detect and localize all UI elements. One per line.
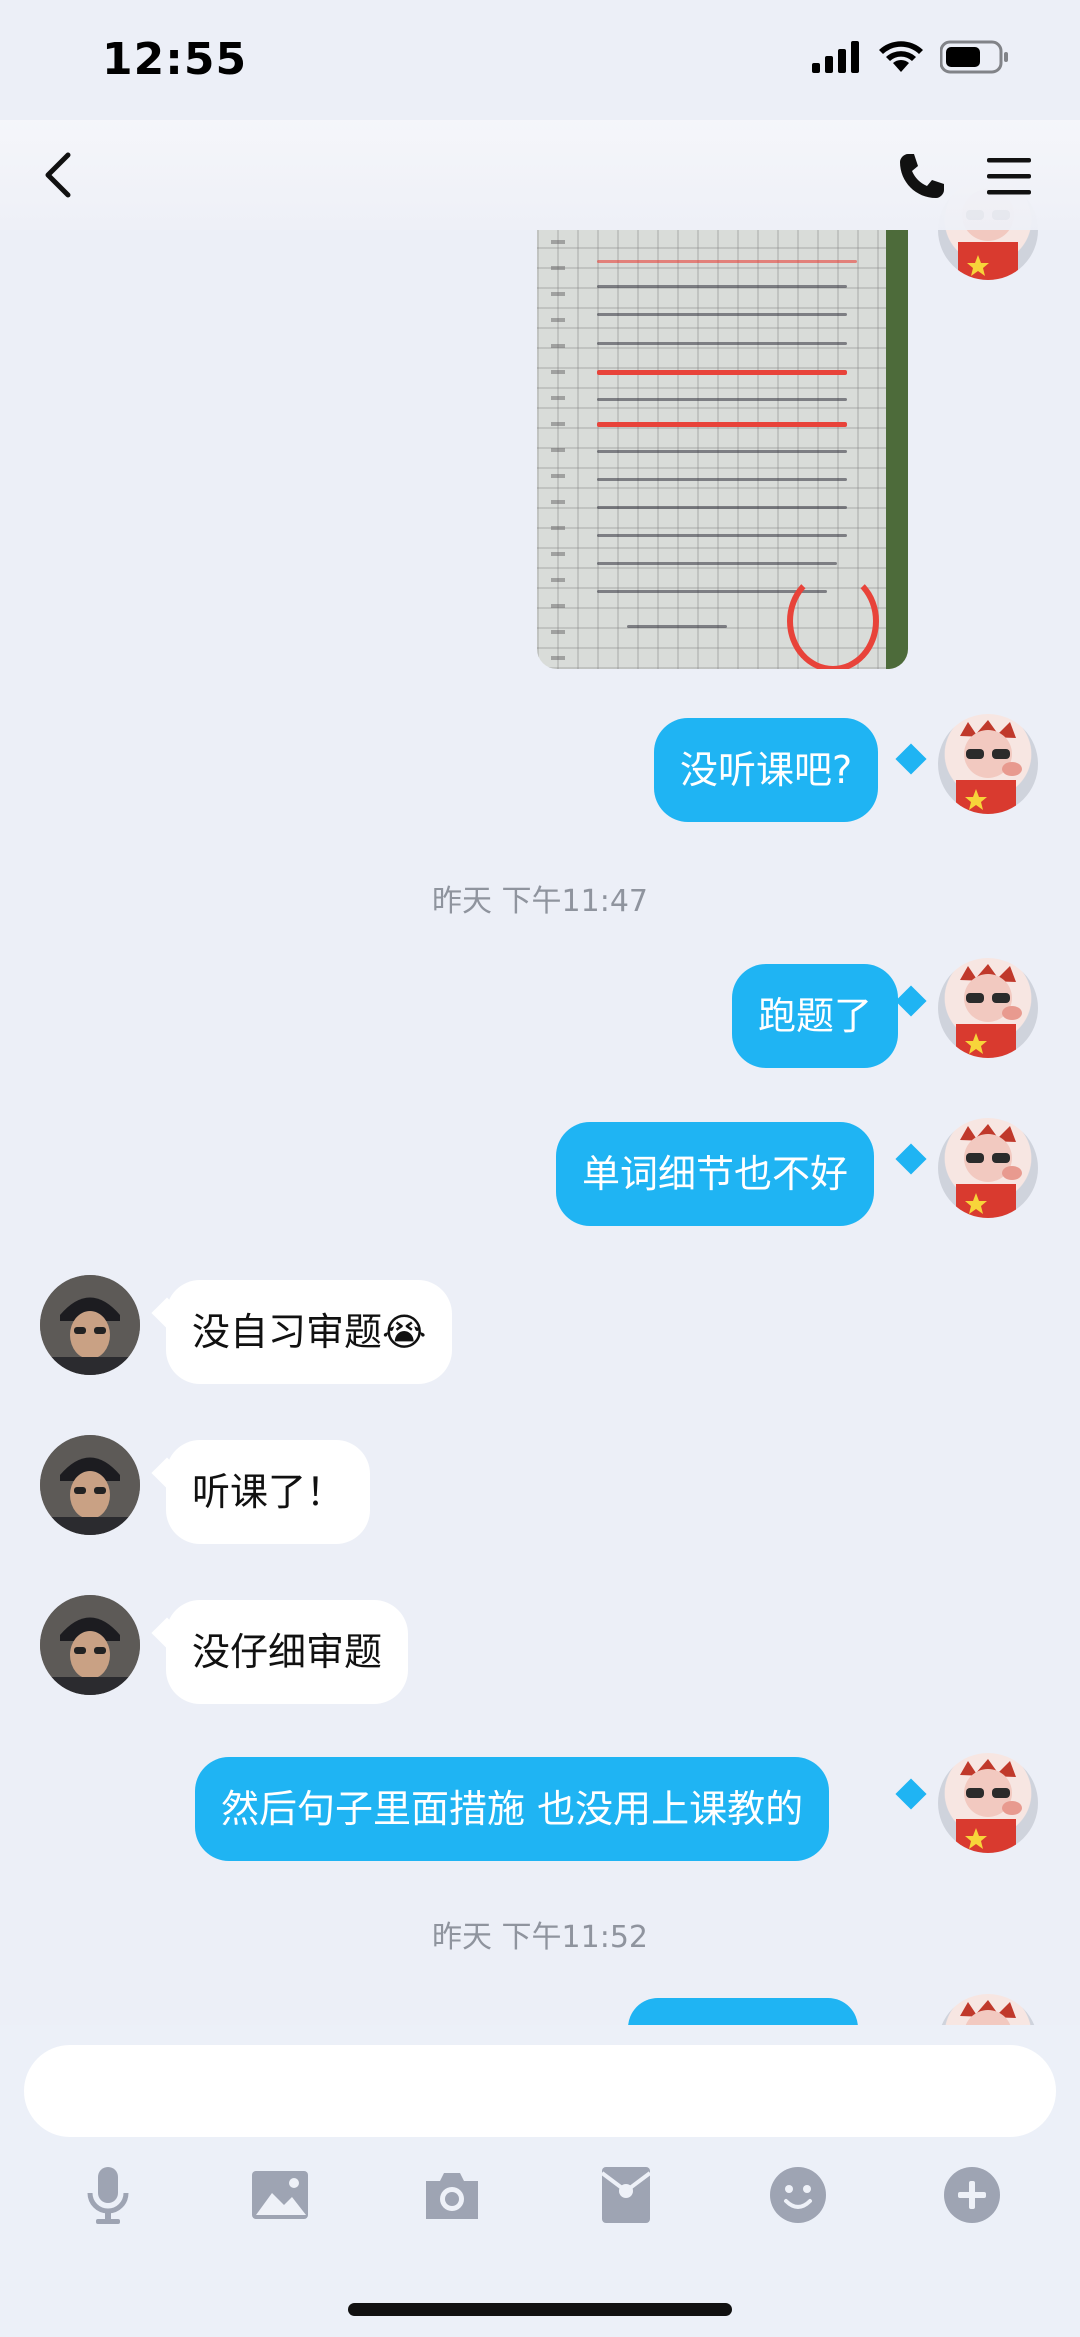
message-input[interactable] <box>24 2045 1056 2137</box>
status-bar: 12:55 <box>0 0 1080 120</box>
clock: 12:55 <box>102 34 248 85</box>
cartoon-avatar-icon <box>956 720 1022 814</box>
avatar[interactable] <box>938 1753 1038 1853</box>
bubble-tail <box>895 743 927 775</box>
avatar[interactable] <box>40 1275 140 1375</box>
camera-button[interactable] <box>420 2163 484 2227</box>
plus-icon <box>944 2167 1000 2223</box>
back-button[interactable] <box>30 145 90 205</box>
message-bubble[interactable]: 听课了！ <box>166 1440 371 1544</box>
red-circle-mark <box>787 570 879 669</box>
cellular-signal-icon <box>812 41 859 73</box>
red-packet-icon <box>600 2167 652 2223</box>
timestamp: 昨天 下午11:47 <box>432 884 648 919</box>
battery-icon <box>940 40 1008 74</box>
red-underline <box>597 422 847 427</box>
back-chevron-icon <box>45 152 71 198</box>
handwriting-line <box>597 506 847 509</box>
handwriting-line <box>597 285 847 288</box>
message-bubble[interactable]: 没听课吧? <box>654 718 879 822</box>
avatar[interactable] <box>938 1994 1038 2025</box>
red-packet-button[interactable] <box>594 2163 658 2227</box>
message-bubble[interactable]: 没自习审题😭 <box>166 1280 453 1384</box>
home-indicator[interactable] <box>348 2303 732 2316</box>
camera-icon <box>426 2173 478 2219</box>
notebook-spiral <box>551 240 565 660</box>
bubble-tail <box>895 985 927 1017</box>
avatar[interactable] <box>40 1435 140 1535</box>
image-icon <box>252 2171 308 2219</box>
handwriting-line <box>597 590 827 593</box>
message-bubble[interactable]: 没仔细审题 <box>166 1600 409 1704</box>
cartoon-avatar-icon <box>960 2000 1016 2025</box>
cartoon-avatar-icon <box>956 1759 1022 1853</box>
chat-message-list[interactable]: 没听课吧? 昨天 下午11:47 跑题了 单词细节也不好 没自习审题😭 听课了！… <box>0 0 1080 2025</box>
handwriting-line <box>597 313 847 316</box>
handwriting-line <box>597 450 847 453</box>
cartoon-avatar-icon <box>956 964 1022 1058</box>
handwriting-line <box>597 260 857 263</box>
emoji-button[interactable] <box>766 2163 830 2227</box>
call-button[interactable] <box>894 148 950 204</box>
phone-icon <box>900 154 944 198</box>
handwriting-line <box>597 342 847 345</box>
menu-icon <box>987 158 1031 195</box>
handwriting-line <box>597 534 847 537</box>
handwriting-line <box>597 478 847 481</box>
image-button[interactable] <box>248 2163 312 2227</box>
red-underline <box>597 370 847 375</box>
photo-edge <box>886 230 908 669</box>
nav-bar <box>0 120 1080 230</box>
input-toolbar <box>0 2163 1080 2233</box>
input-area <box>0 2025 1080 2337</box>
handwriting-line <box>597 562 837 565</box>
more-button[interactable] <box>940 2163 1004 2227</box>
timestamp: 昨天 下午11:52 <box>432 1920 648 1955</box>
photo-avatar-icon <box>40 1275 140 1375</box>
photo-avatar-icon <box>40 1435 140 1535</box>
emoji-icon <box>770 2167 826 2223</box>
image-message[interactable] <box>537 230 908 669</box>
avatar[interactable] <box>938 714 1038 814</box>
menu-button[interactable] <box>983 150 1035 202</box>
message-bubble[interactable]: 单词细节也不好 <box>556 1122 875 1226</box>
avatar[interactable] <box>938 958 1038 1058</box>
handwriting-line <box>597 398 847 401</box>
microphone-icon <box>87 2167 129 2224</box>
wifi-icon <box>879 41 923 72</box>
avatar[interactable] <box>40 1595 140 1695</box>
bubble-tail <box>895 1778 927 1810</box>
photo-avatar-icon <box>40 1595 140 1695</box>
message-bubble[interactable]: 然后句子里面措施 也没用上课教的 <box>195 1757 830 1861</box>
cartoon-avatar-icon <box>956 1124 1022 1218</box>
message-bubble[interactable] <box>628 1998 858 2025</box>
handwriting-line <box>627 625 727 628</box>
avatar[interactable] <box>938 1118 1038 1218</box>
bubble-tail <box>895 1143 927 1175</box>
status-icons <box>812 40 1010 74</box>
message-bubble[interactable]: 跑题了 <box>732 964 899 1068</box>
voice-button[interactable] <box>76 2163 140 2227</box>
